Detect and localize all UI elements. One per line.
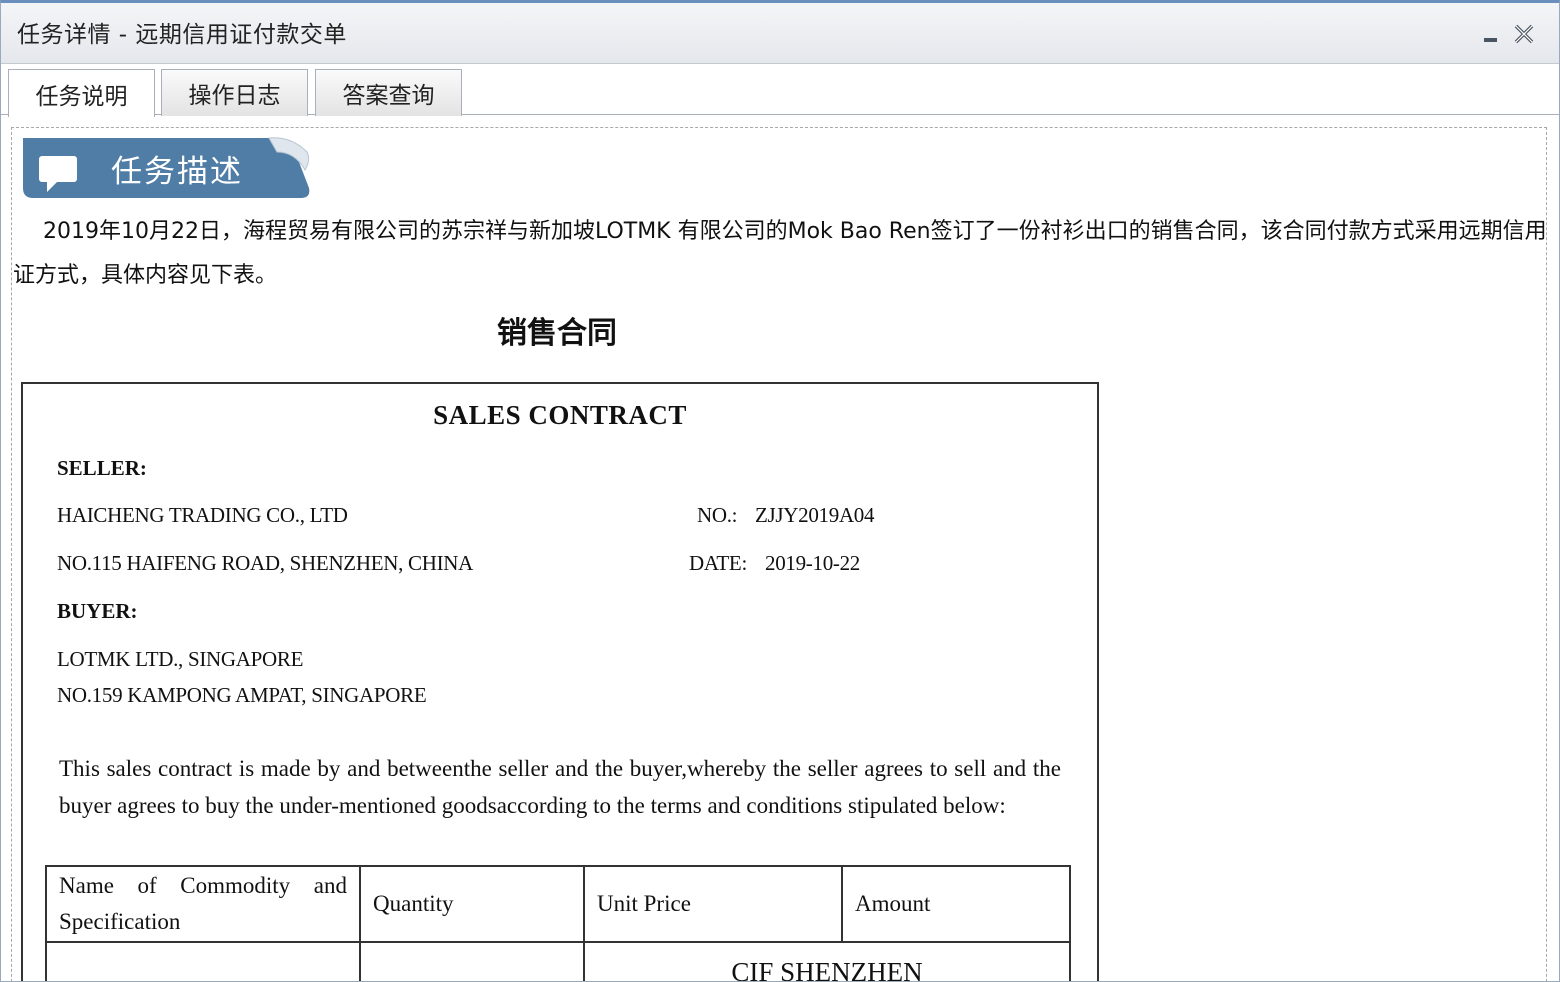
contract-date-value: 2019-10-22 xyxy=(765,551,860,575)
buyer-address: NO.159 KAMPONG AMPAT, SINGAPORE xyxy=(57,683,427,707)
close-icon[interactable] xyxy=(1511,21,1537,47)
title-bar: 任务详情 - 远期信用证付款交单 xyxy=(1,3,1559,64)
task-detail-window: 任务详情 - 远期信用证付款交单 任务说明 操作日志 答案查询 任务描述 201… xyxy=(0,0,1560,982)
seller-name: HAICHENG TRADING CO., LTD xyxy=(57,503,348,527)
column-header-unit-price: Unit Price xyxy=(583,865,843,943)
tab-operation-log[interactable]: 操作日志 xyxy=(161,69,308,116)
minimize-icon[interactable] xyxy=(1479,21,1505,47)
contract-title: SALES CONTRACT xyxy=(433,400,687,430)
contract-heading: 销售合同 xyxy=(497,316,617,351)
table-row: CIF SHENZHEN xyxy=(45,941,1071,981)
quantity-cell xyxy=(359,941,585,981)
trade-term-cell: CIF SHENZHEN xyxy=(583,941,1071,981)
goods-table-header-row: Name of Commodity and Specification Quan… xyxy=(45,865,1071,943)
sales-contract-document: SALES CONTRACT SELLER: HAICHENG TRADING … xyxy=(21,382,1099,981)
seller-address: NO.115 HAIFENG ROAD, SHENZHEN, CHINA xyxy=(57,551,473,575)
seller-label: SELLER: xyxy=(57,456,147,480)
column-header-amount: Amount xyxy=(841,865,1071,943)
contract-no-label: NO.: xyxy=(697,503,738,527)
task-badge-label: 任务描述 xyxy=(111,154,243,190)
tab-bar: 任务说明 操作日志 答案查询 xyxy=(1,65,1559,117)
commodity-cell xyxy=(45,941,361,981)
task-description: 2019年10月22日，海程贸易有限公司的苏宗祥与新加坡LOTMK 有限公司的M… xyxy=(13,219,1547,288)
goods-table: Name of Commodity and Specification Quan… xyxy=(45,865,1071,981)
contract-clause: This sales contract is made by and betwe… xyxy=(59,756,1061,818)
buyer-label: BUYER: xyxy=(57,599,138,623)
window-title: 任务详情 - 远期信用证付款交单 xyxy=(17,22,347,48)
buyer-name: LOTMK LTD., SINGAPORE xyxy=(57,647,304,671)
column-header-quantity: Quantity xyxy=(359,865,585,943)
contract-date-label: DATE: xyxy=(689,551,747,575)
column-header-commodity: Name of Commodity and Specification xyxy=(45,865,361,943)
tab-task-description[interactable]: 任务说明 xyxy=(8,69,155,117)
tab-answer-query[interactable]: 答案查询 xyxy=(315,69,462,116)
contract-no-value: ZJJY2019A04 xyxy=(755,503,875,527)
